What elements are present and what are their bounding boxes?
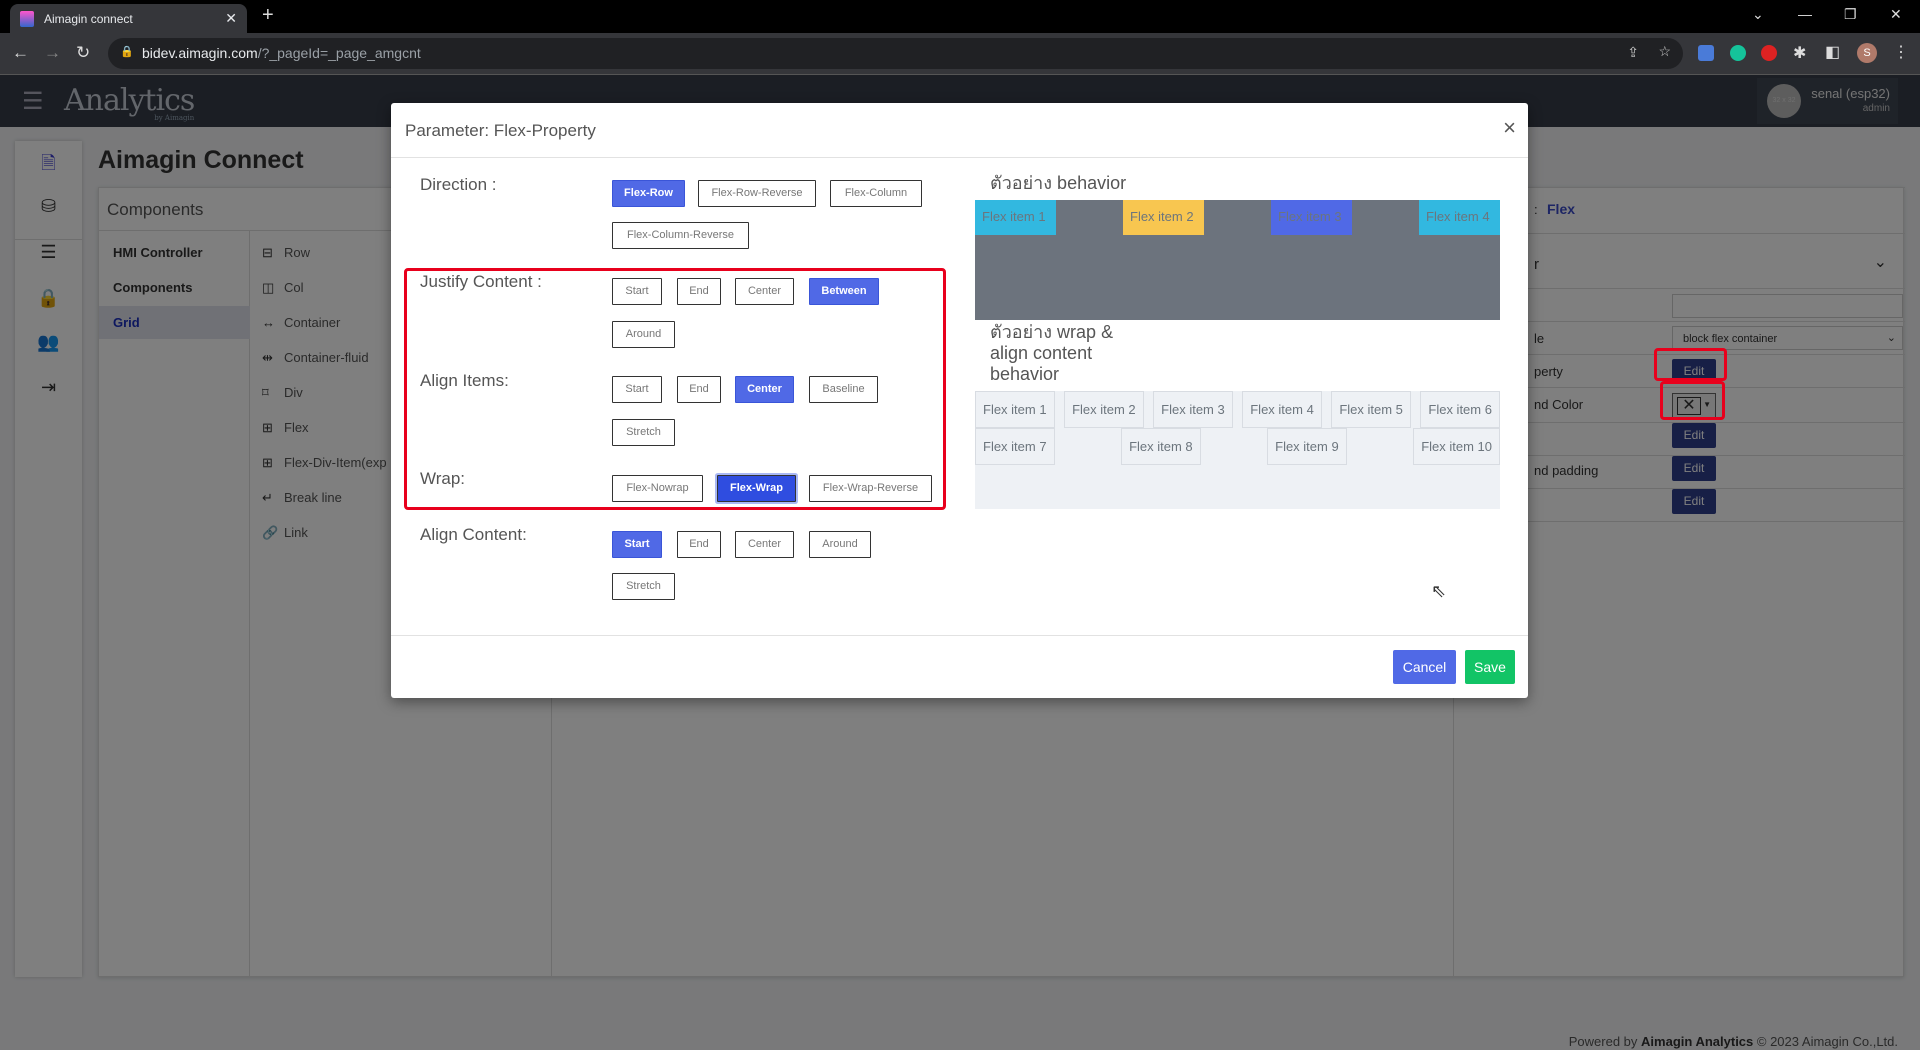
reload-icon[interactable]: ↻	[76, 43, 90, 63]
wrap-flex-item: Flex item 5	[1331, 391, 1411, 428]
wrap-flex-item: Flex item 1	[975, 391, 1055, 428]
wrap-flex-item: Flex item 4	[1242, 391, 1322, 428]
omnibox[interactable]: 🔒 bidev.aimagin.com/?_pageId=_page_amgcn…	[108, 38, 1683, 69]
mouse-cursor-icon: ⇖	[1431, 581, 1447, 601]
wrap-preview: Flex item 1 Flex item 2 Flex item 3 Flex it…	[975, 391, 1500, 509]
align-items-option-center[interactable]: Center	[735, 376, 794, 403]
preview-flex-item: Flex item 2	[1123, 200, 1204, 235]
wrap-option-flex-nowrap[interactable]: Flex-Nowrap	[612, 475, 703, 502]
divider	[391, 157, 1528, 158]
url-text: bidev.aimagin.com/?_pageId=_page_amgcnt	[142, 45, 421, 61]
annotation-highlight	[1660, 381, 1725, 420]
wrap-flex-item: Flex item 6	[1420, 391, 1500, 428]
align-content-option-start[interactable]: Start	[612, 531, 662, 558]
wrap-flex-item: Flex item 10	[1413, 428, 1500, 465]
extensions-puzzle-icon[interactable]: ✱	[1793, 43, 1806, 63]
wrap-flex-item: Flex item 2	[1064, 391, 1144, 428]
wrap-flex-item: Flex item 8	[1121, 428, 1201, 465]
grammarly-extension-icon[interactable]	[1730, 45, 1746, 61]
close-icon[interactable]: ×	[1503, 115, 1516, 141]
justify-option-start[interactable]: Start	[612, 278, 662, 305]
align-items-option-stretch[interactable]: Stretch	[612, 419, 675, 446]
flex-preview: Flex item 1 Flex item 2 Flex item 3 Flex it…	[975, 200, 1500, 320]
tab-search-chevron-icon[interactable]: ⌄	[1752, 6, 1764, 23]
back-icon[interactable]: ←	[12, 43, 29, 63]
restore-icon[interactable]: ❐	[1844, 6, 1857, 23]
kebab-menu-icon[interactable]: ⋮	[1893, 42, 1909, 62]
preview-flex-item: Flex item 4	[1419, 200, 1500, 235]
preview-wrap-title: ตัวอย่าง wrap & align content behavior	[990, 322, 1114, 384]
adblock-extension-icon[interactable]	[1761, 45, 1777, 61]
direction-label: Direction :	[420, 175, 497, 194]
justify-option-between[interactable]: Between	[809, 278, 879, 305]
align-content-option-end[interactable]: End	[677, 531, 721, 558]
modal-title: Parameter: Flex-Property	[405, 121, 596, 140]
preview-flex-item: Flex item 1	[975, 200, 1056, 235]
window-close-icon[interactable]: ✕	[1890, 6, 1902, 23]
translate-extension-icon[interactable]	[1698, 45, 1714, 61]
preview-behavior-title: ตัวอย่าง behavior	[990, 173, 1127, 193]
preview-flex-item: Flex item 3	[1271, 200, 1352, 235]
browser-tab-bar: Aimagin connect ✕ + ⌄ — ❐ ✕	[0, 0, 1920, 33]
flex-property-modal: Parameter: Flex-Property × Direction : J…	[391, 103, 1528, 698]
direction-option-flex-column-reverse[interactable]: Flex-Column-Reverse	[612, 222, 749, 249]
browser-tab[interactable]: Aimagin connect ✕	[10, 4, 247, 33]
lock-icon: 🔒	[120, 46, 134, 58]
tab-title: Aimagin connect	[44, 12, 133, 26]
bookmark-star-icon[interactable]: ☆	[1658, 43, 1671, 60]
align-content-option-center[interactable]: Center	[735, 531, 794, 558]
align-content-option-around[interactable]: Around	[809, 531, 871, 558]
divider	[391, 635, 1528, 636]
align-items-option-end[interactable]: End	[677, 376, 721, 403]
save-button[interactable]: Save	[1465, 650, 1515, 684]
wrap-flex-item: Flex item 9	[1267, 428, 1347, 465]
wrap-flex-item: Flex item 7	[975, 428, 1055, 465]
share-icon[interactable]: ⇪	[1627, 44, 1639, 61]
wrap-option-flex-wrap[interactable]: Flex-Wrap	[717, 475, 796, 502]
direction-option-flex-column[interactable]: Flex-Column	[830, 180, 922, 207]
justify-option-end[interactable]: End	[677, 278, 721, 305]
side-panel-icon[interactable]: ◧	[1825, 42, 1840, 62]
favicon-icon	[20, 11, 34, 27]
tab-close-icon[interactable]: ✕	[225, 10, 237, 27]
align-content-label: Align Content:	[420, 525, 527, 544]
forward-icon[interactable]: →	[44, 43, 61, 63]
align-items-option-start[interactable]: Start	[612, 376, 662, 403]
annotation-highlight	[1654, 348, 1727, 381]
profile-avatar[interactable]: S	[1857, 43, 1877, 63]
minimize-icon[interactable]: —	[1798, 6, 1812, 22]
direction-option-flex-row[interactable]: Flex-Row	[612, 180, 685, 207]
wrap-flex-item: Flex item 3	[1153, 391, 1233, 428]
direction-option-flex-row-reverse[interactable]: Flex-Row-Reverse	[698, 180, 816, 207]
justify-option-around[interactable]: Around	[612, 321, 675, 348]
wrap-option-flex-wrap-reverse[interactable]: Flex-Wrap-Reverse	[809, 475, 932, 502]
address-toolbar: ← → ↻ 🔒 bidev.aimagin.com/?_pageId=_page…	[0, 33, 1920, 75]
cancel-button[interactable]: Cancel	[1393, 650, 1456, 684]
justify-option-center[interactable]: Center	[735, 278, 794, 305]
align-content-option-stretch[interactable]: Stretch	[612, 573, 675, 600]
new-tab-icon[interactable]: +	[262, 4, 274, 27]
align-items-option-baseline[interactable]: Baseline	[809, 376, 878, 403]
